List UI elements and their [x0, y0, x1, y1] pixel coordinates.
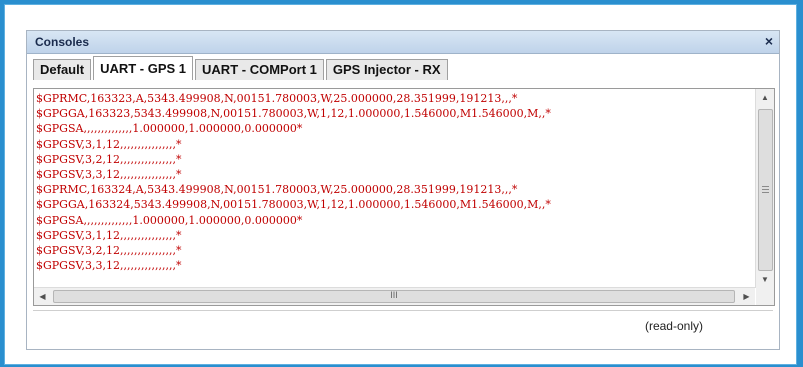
status-bar: (read-only) [33, 310, 773, 341]
console-line: $GPGSV,3,2,12,,,,,,,,,,,,,,,,* [36, 243, 182, 257]
panel-titlebar: Consoles × [27, 31, 779, 54]
console-line: $GPGSV,3,3,12,,,,,,,,,,,,,,,,* [36, 167, 182, 181]
scroll-grip-icon [762, 186, 769, 187]
scroll-left-arrow-icon[interactable]: ◀ [34, 288, 51, 305]
scrollbar-corner [756, 288, 774, 305]
console-line: $GPGSV,3,1,12,,,,,,,,,,,,,,,,* [36, 137, 182, 151]
console-lines: $GPRMC,163323,A,5343.499908,N,00151.7800… [36, 91, 754, 303]
scroll-grip-icon [762, 192, 769, 193]
close-icon[interactable]: × [765, 33, 773, 49]
vertical-scroll-thumb[interactable] [758, 109, 773, 271]
tab-default[interactable]: Default [33, 59, 92, 80]
scroll-right-arrow-icon[interactable]: ▶ [738, 288, 755, 305]
console-tabs: Default UART - GPS 1 UART - COMPort 1 GP… [33, 56, 450, 80]
console-line: $GPGSV,3,1,12,,,,,,,,,,,,,,,,* [36, 228, 182, 242]
panel-title: Consoles [35, 35, 90, 49]
console-line: $GPGSA,,,,,,,,,,,,,,1.000000,1.000000,0.… [36, 213, 303, 227]
console-line: $GPGGA,163323,5343.499908,N,00151.780003… [36, 107, 551, 121]
scroll-up-arrow-icon[interactable]: ▲ [756, 89, 774, 106]
scroll-grip-icon: III [390, 290, 398, 300]
tab-uart-gps-1[interactable]: UART - GPS 1 [93, 56, 194, 80]
tab-uart-comport-1[interactable]: UART - COMPort 1 [195, 59, 324, 80]
horizontal-scroll-thumb[interactable]: III [53, 290, 735, 303]
console-output[interactable]: $GPRMC,163323,A,5343.499908,N,00151.7800… [33, 88, 775, 306]
console-line: $GPRMC,163323,A,5343.499908,N,00151.7800… [36, 92, 518, 105]
tab-gps-injector-rx[interactable]: GPS Injector - RX [325, 59, 448, 80]
scroll-down-arrow-icon[interactable]: ▼ [756, 271, 774, 288]
consoles-panel: Consoles × Default UART - GPS 1 UART - C… [26, 30, 780, 350]
read-only-label: (read-only) [644, 319, 703, 333]
console-line: $GPGSA,,,,,,,,,,,,,,1.000000,1.000000,0.… [36, 122, 303, 136]
scroll-grip-icon [762, 189, 769, 190]
console-line: $GPGGA,163324,5343.499908,N,00151.780003… [36, 198, 551, 212]
vertical-scrollbar[interactable]: ▲ ▼ [755, 89, 774, 288]
console-line: $GPGSV,3,3,12,,,,,,,,,,,,,,,,* [36, 259, 182, 273]
console-line: $GPRMC,163324,A,5343.499908,N,00151.7800… [36, 183, 518, 197]
horizontal-scrollbar[interactable]: ◀ III ▶ [34, 287, 755, 305]
console-line: $GPGSV,3,2,12,,,,,,,,,,,,,,,,* [36, 152, 182, 166]
